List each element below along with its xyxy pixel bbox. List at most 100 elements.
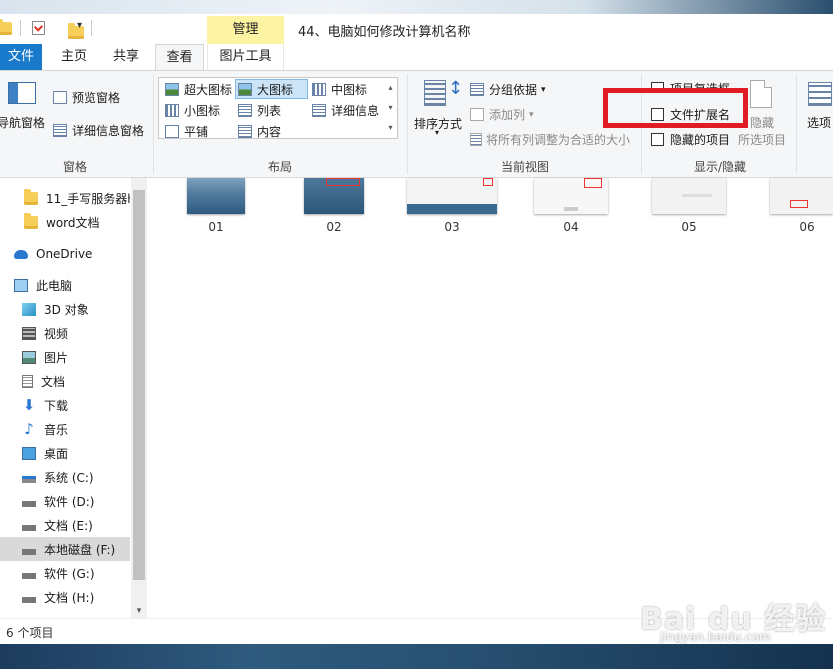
item-count: 6 个项目 xyxy=(6,626,54,640)
nav-item-label: 3D 对象 xyxy=(44,302,89,317)
scroll-down-icon[interactable]: ▾ xyxy=(131,604,147,618)
group-separator xyxy=(796,74,797,174)
nav-item-videos[interactable]: 视频 xyxy=(0,321,130,345)
layout-medium-icons[interactable]: 中图标 xyxy=(312,81,367,98)
nav-item-drive-f[interactable]: 本地磁盘 (F:) xyxy=(0,537,130,561)
layout-small-icons[interactable]: 小图标 xyxy=(165,102,220,119)
layout-list[interactable]: 列表 xyxy=(238,102,281,119)
preview-pane-button[interactable]: 预览窗格 xyxy=(53,89,120,106)
desktop-background-strip xyxy=(0,0,833,14)
nav-item-this-pc[interactable]: 此电脑 xyxy=(0,273,130,297)
layout-label: 超大图标 xyxy=(184,83,233,97)
layout-tiles[interactable]: 平铺 xyxy=(165,123,208,140)
selected-items-label: 所选项目 xyxy=(738,133,787,147)
download-icon: ⬇ xyxy=(22,395,36,414)
add-column-icon xyxy=(470,108,484,121)
file-name[interactable]: 02 xyxy=(314,220,354,234)
quick-access-toolbar: ▾ xyxy=(0,18,92,39)
layout-label: 小图标 xyxy=(184,104,221,118)
drive-icon xyxy=(22,572,36,579)
preview-pane-icon xyxy=(53,91,67,104)
nav-item-documents[interactable]: 文档 xyxy=(0,369,130,393)
video-icon xyxy=(22,326,36,340)
group-by-icon xyxy=(470,83,484,96)
file-thumbnail[interactable] xyxy=(304,178,364,214)
add-column-button[interactable]: 添加列 ▾ xyxy=(470,106,534,123)
file-name[interactable]: 03 xyxy=(432,220,472,234)
navigation-pane-button[interactable]: 导航窗格 xyxy=(0,78,48,138)
picture-icon xyxy=(22,350,36,364)
file-thumbnail[interactable] xyxy=(187,178,245,214)
nav-item-pictures[interactable]: 图片 xyxy=(0,345,130,369)
fit-columns-label: 将所有列调整为合适的大小 xyxy=(486,133,631,147)
nav-item-label: 视频 xyxy=(44,326,69,341)
nav-item-drive-c[interactable]: 系统 (C:) xyxy=(0,465,130,489)
nav-item-drive-d[interactable]: 软件 (D:) xyxy=(0,489,130,513)
computer-icon xyxy=(14,278,28,292)
tab-home[interactable]: 主页 xyxy=(52,44,96,70)
layout-label: 详细信息 xyxy=(331,104,380,118)
hide-selected-icon xyxy=(750,80,772,108)
nav-item-downloads[interactable]: ⬇ 下载 xyxy=(0,393,130,417)
nav-item-3d-objects[interactable]: 3D 对象 xyxy=(0,297,130,321)
layout-details[interactable]: 详细信息 xyxy=(312,102,379,119)
customize-dropdown-icon[interactable]: ▾ xyxy=(77,20,82,31)
tab-file[interactable]: 文件 xyxy=(0,44,42,70)
layout-label: 列表 xyxy=(257,104,282,118)
nav-item-label: 本地磁盘 (F:) xyxy=(44,542,116,557)
group-label-show-hide: 显示/隐藏 xyxy=(693,160,747,174)
nav-item-folder[interactable]: word文档 xyxy=(0,210,130,234)
group-by-button[interactable]: 分组依据 ▾ xyxy=(470,81,546,98)
file-extensions-highlight-box xyxy=(603,88,748,128)
folder-icon[interactable] xyxy=(0,18,12,35)
details-pane-button[interactable]: 详细信息窗格 xyxy=(53,122,144,139)
nav-scrollbar-thumb[interactable] xyxy=(133,190,145,580)
nav-item-label: 文档 (E:) xyxy=(44,518,93,533)
group-label-current-view: 当前视图 xyxy=(500,160,549,174)
context-tab-manage[interactable]: 管理 xyxy=(207,16,284,44)
group-label-layout: 布局 xyxy=(267,160,292,174)
file-name[interactable]: 01 xyxy=(196,220,236,234)
tab-picture-tools[interactable]: 图片工具 xyxy=(207,44,284,70)
nav-item-drive-h[interactable]: 文档 (H:) xyxy=(0,585,130,609)
nav-item-label: 桌面 xyxy=(44,446,69,461)
sort-by-button[interactable]: ↕ 排序方式 ▾ xyxy=(412,78,464,138)
group-separator xyxy=(407,74,408,174)
nav-item-onedrive[interactable]: OneDrive xyxy=(0,242,130,266)
file-thumbnail[interactable] xyxy=(770,178,833,214)
nav-item-music[interactable]: ♪ 音乐 xyxy=(0,417,130,441)
details-icon xyxy=(312,104,326,117)
hidden-items-option[interactable]: 隐藏的项目 xyxy=(651,131,730,148)
options-label: 选项 xyxy=(807,116,832,130)
tab-view[interactable]: 查看 xyxy=(155,44,204,70)
file-name[interactable]: 05 xyxy=(669,220,709,234)
options-button[interactable]: 选项 xyxy=(804,78,833,142)
nav-item-folder[interactable]: 11_手写服务器h xyxy=(0,186,130,210)
file-thumbnail[interactable] xyxy=(534,178,608,214)
nav-item-desktop[interactable]: 桌面 xyxy=(0,441,130,465)
layout-content[interactable]: 内容 xyxy=(238,123,281,140)
nav-item-label: 文档 xyxy=(41,374,66,389)
drive-icon xyxy=(22,596,36,603)
properties-icon[interactable] xyxy=(32,21,45,35)
medium-icons-icon xyxy=(312,83,326,96)
nav-item-drive-e[interactable]: 文档 (E:) xyxy=(0,513,130,537)
nav-item-label: 此电脑 xyxy=(36,278,73,293)
extra-large-icons-icon xyxy=(165,83,179,96)
file-name[interactable]: 04 xyxy=(551,220,591,234)
layout-label: 大图标 xyxy=(257,83,294,97)
layout-extra-large-icons[interactable]: 超大图标 xyxy=(165,81,232,98)
file-thumbnail[interactable] xyxy=(652,178,726,214)
layout-gallery-scroll[interactable]: ▴ ▾ ▾ xyxy=(384,78,397,138)
nav-item-drive-g[interactable]: 软件 (G:) xyxy=(0,561,130,585)
file-thumbnail[interactable] xyxy=(407,178,497,214)
chevron-down-icon: ▾ xyxy=(529,109,534,120)
hidden-items-checkbox[interactable] xyxy=(651,133,664,146)
tab-share[interactable]: 共享 xyxy=(104,44,148,70)
layout-large-icons[interactable]: 大图标 xyxy=(238,81,293,98)
fit-columns-button[interactable]: 将所有列调整为合适的大小 xyxy=(470,131,630,148)
options-icon xyxy=(808,82,832,106)
file-name[interactable]: 06 xyxy=(787,220,827,234)
nav-item-label: OneDrive xyxy=(36,247,93,261)
separator xyxy=(20,20,21,36)
